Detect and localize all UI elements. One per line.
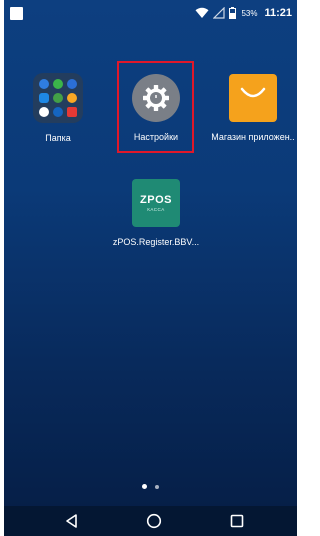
app-zpos-register[interactable]: ZPOS КАССА zPOS.Register.BBV... [108,179,204,247]
mini-app-icon [67,107,77,117]
mini-app-icon [53,79,63,89]
status-bar: 53% 11:21 [4,0,297,26]
mini-app-icon [53,107,63,117]
page-dot[interactable] [155,484,159,489]
mini-app-icon [53,93,63,103]
notification-icon [10,7,23,20]
zpos-logo-text: ZPOS [140,194,172,206]
recents-icon[interactable] [228,512,246,530]
app-label: Магазин приложен.. [211,132,295,142]
app-label: zPOS.Register.BBV... [112,237,200,247]
mini-app-icon [39,107,49,117]
home-screen: 53% 11:21 Папка Настройки Магазин прилож… [4,0,297,536]
battery-percent: 53% [241,8,258,18]
folder-icon[interactable] [33,73,83,123]
zpos-logo-subtext: КАССА [147,207,165,212]
page-indicator [4,484,297,489]
mini-app-icon [67,93,77,103]
mini-app-icon [67,79,77,89]
signal-icon [213,7,226,19]
shopping-bag-icon[interactable] [229,74,277,122]
status-icons: 53% 11:21 [195,5,292,21]
page-dot-active [142,484,147,489]
app-label: Папка [45,133,71,143]
clock: 11:21 [264,7,292,19]
back-icon[interactable] [63,512,81,530]
wifi-icon [195,7,209,19]
app-store[interactable]: Магазин приложен.. [205,74,297,142]
mini-app-icon [39,93,49,103]
zpos-icon[interactable]: ZPOS КАССА [132,179,180,227]
home-icon[interactable] [145,512,163,530]
navigation-bar [4,506,297,536]
mini-app-icon [39,79,49,89]
battery-icon [229,7,237,19]
selection-highlight [117,61,194,153]
app-folder[interactable]: Папка [10,73,106,143]
